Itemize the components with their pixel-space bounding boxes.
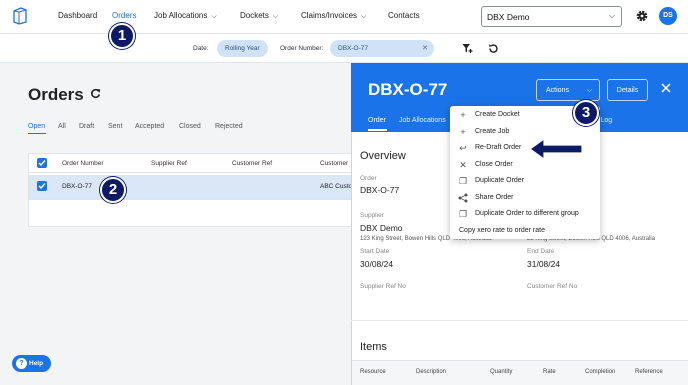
- reset-icon[interactable]: [488, 43, 499, 54]
- details-button[interactable]: Details: [607, 79, 648, 101]
- close-icon[interactable]: ✕: [422, 40, 428, 57]
- chevron-down-icon: ⌵: [272, 13, 279, 20]
- app-logo[interactable]: [12, 7, 28, 25]
- nav-claims-invoices[interactable]: Claims/Invoices ⌵: [301, 11, 366, 21]
- plus-icon: +: [460, 126, 466, 137]
- items-col-completion[interactable]: Completion: [585, 369, 615, 375]
- close-icon[interactable]: [660, 82, 672, 94]
- actions-menu: + Create Docket + Create Job ↩ Re-Draft …: [450, 106, 600, 239]
- refresh-icon[interactable]: [90, 88, 101, 99]
- start-date-label: Start Date: [360, 248, 390, 255]
- organization-select[interactable]: DBX Demo ⌵: [481, 6, 622, 27]
- active-tab-indicator: [368, 129, 387, 131]
- tab-accepted[interactable]: Accepted: [135, 123, 164, 130]
- items-heading: Items: [360, 341, 387, 353]
- page-title: Orders: [28, 85, 84, 104]
- active-tab-indicator: [28, 133, 46, 134]
- order-label: Order: [360, 175, 377, 182]
- tab-all[interactable]: All: [58, 123, 66, 130]
- items-col-reference[interactable]: Reference: [635, 369, 663, 375]
- panel-tab-job-allocations[interactable]: Job Allocations: [399, 117, 446, 124]
- callout-badge-3: 3: [573, 100, 599, 126]
- gear-icon[interactable]: [635, 9, 649, 23]
- column-header-customer-ref[interactable]: Customer Ref: [232, 160, 272, 167]
- callout-badge-1: 1: [109, 23, 135, 49]
- chevron-down-icon: ⌵: [211, 13, 217, 20]
- menu-item-duplicate-order[interactable]: ❐ Duplicate Order: [450, 173, 600, 190]
- tab-open[interactable]: Open: [28, 123, 45, 130]
- check-icon: [38, 183, 46, 190]
- order-number-filter-label: Order Number:: [280, 45, 324, 52]
- table-divider: [29, 199, 352, 200]
- date-filter-label: Date:: [193, 45, 209, 52]
- panel-tab-order[interactable]: Order: [368, 117, 386, 124]
- chevron-down-icon: ⌵: [361, 13, 367, 20]
- menu-item-duplicate-order-group[interactable]: ❐ Duplicate Order to different group: [450, 206, 600, 223]
- nav-orders[interactable]: Orders: [112, 11, 136, 20]
- check-icon: [38, 160, 46, 167]
- filter-add-icon[interactable]: [462, 43, 473, 54]
- copy-icon: ❐: [458, 209, 468, 219]
- nav-dockets[interactable]: Dockets ⌵: [240, 11, 278, 21]
- supplier-ref-label: Supplier Ref No: [360, 283, 406, 290]
- tab-draft[interactable]: Draft: [79, 123, 94, 130]
- copy-icon: ❐: [458, 176, 468, 186]
- undo-icon: ↩: [459, 143, 467, 153]
- chevron-down-icon: ⌵: [586, 87, 592, 94]
- close-icon: ✕: [459, 159, 467, 170]
- items-col-description[interactable]: Description: [416, 369, 446, 375]
- column-header-customer[interactable]: Customer: [320, 160, 348, 167]
- callout-badge-2: 2: [100, 177, 126, 203]
- pointer-arrow-icon: [528, 137, 583, 161]
- column-header-order-number[interactable]: Order Number: [62, 160, 104, 167]
- panel-title: DBX-O-77: [368, 80, 448, 99]
- share-icon: [458, 193, 468, 203]
- help-button[interactable]: ? Help: [12, 355, 51, 372]
- tab-closed[interactable]: Closed: [179, 123, 201, 130]
- overview-heading: Overview: [360, 150, 406, 162]
- cell-customer: ABC Custo: [320, 183, 353, 190]
- select-all-checkbox[interactable]: [37, 158, 47, 168]
- end-date-label: End Date: [527, 248, 555, 255]
- nav-job-allocations[interactable]: Job Allocations ⌵: [154, 11, 217, 21]
- customer-ref-label: Customer Ref No: [527, 283, 578, 290]
- tab-sent[interactable]: Sent: [108, 123, 122, 130]
- order-number-filter-chip[interactable]: DBX-O-77 ✕: [330, 40, 434, 57]
- order-value: DBX-O-77: [360, 185, 400, 195]
- items-col-resource[interactable]: Resource: [360, 369, 386, 375]
- menu-item-copy-xero-rate[interactable]: Copy xero rate to order rate: [450, 223, 600, 240]
- start-date-value: 30/08/24: [360, 259, 394, 269]
- actions-button[interactable]: Actions ⌵: [536, 79, 600, 101]
- items-col-quantity[interactable]: Quantity: [490, 369, 512, 375]
- date-filter-chip[interactable]: Rolling Year: [217, 40, 268, 57]
- chevron-down-icon: ⌵: [608, 11, 615, 20]
- cell-order-number: DBX-O-77: [62, 183, 92, 190]
- question-icon: ?: [16, 358, 27, 369]
- row-checkbox[interactable]: [37, 181, 47, 191]
- end-date-value: 31/08/24: [527, 259, 561, 269]
- table-divider: [29, 172, 352, 173]
- menu-item-share-order[interactable]: Share Order: [450, 190, 600, 207]
- items-col-rate[interactable]: Rate: [543, 369, 556, 375]
- nav-contacts[interactable]: Contacts: [388, 11, 420, 20]
- supplier-name: DBX Demo: [360, 223, 403, 233]
- tab-rejected[interactable]: Rejected: [215, 123, 243, 130]
- supplier-label: Supplier: [360, 212, 384, 219]
- section-divider: [351, 320, 688, 321]
- plus-icon: +: [460, 110, 466, 120]
- column-header-supplier-ref[interactable]: Supplier Ref: [151, 160, 187, 167]
- nav-dashboard[interactable]: Dashboard: [58, 11, 97, 20]
- avatar[interactable]: DS: [659, 7, 677, 25]
